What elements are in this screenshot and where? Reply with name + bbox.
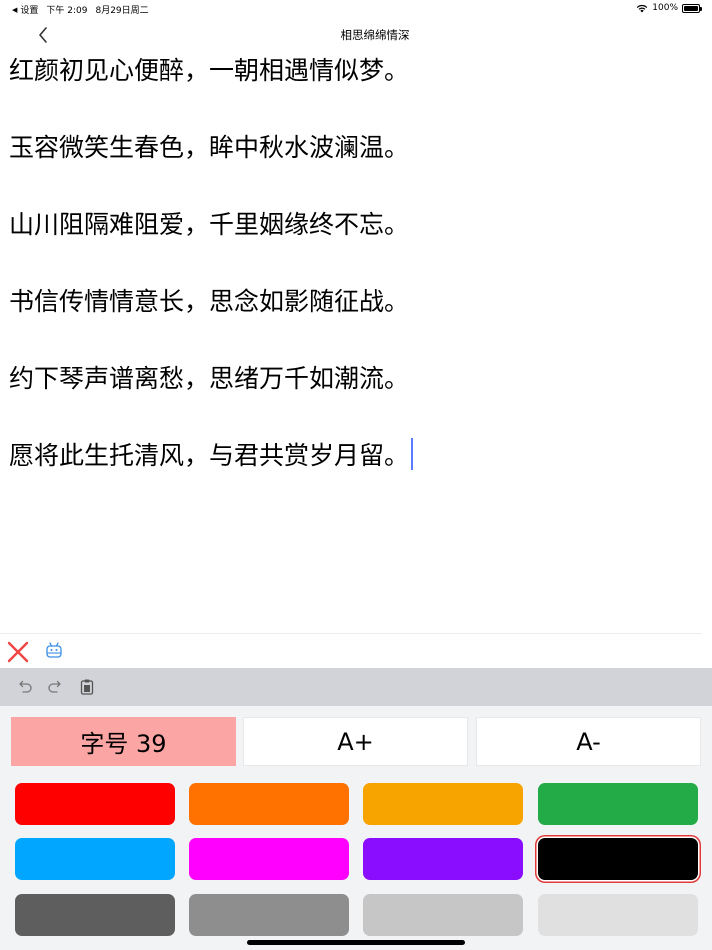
back-app-caret-icon[interactable]: ◀ <box>12 6 17 14</box>
poem-line[interactable]: 红颜初见心便醉，一朝相遇情似梦。 <box>9 52 703 90</box>
home-indicator <box>247 940 465 945</box>
color-swatch-purple[interactable] <box>363 838 523 880</box>
color-swatch-dark-gray[interactable] <box>15 894 175 936</box>
battery-percent: 100% <box>652 3 678 13</box>
increase-font-button[interactable]: A+ <box>243 717 468 766</box>
paste-icon <box>80 679 94 695</box>
font-panel: 字号 39 A+ A- <box>0 706 712 950</box>
status-left: ◀ 设置 下午 2:09 8月29日周二 <box>12 3 149 17</box>
undo-icon <box>19 680 32 693</box>
robot-icon <box>46 642 62 658</box>
divider <box>0 633 702 634</box>
page-title: 相思绵绵情深 <box>340 28 410 42</box>
close-icon <box>7 641 29 663</box>
color-swatch-light-gray[interactable] <box>363 894 523 936</box>
robot-button[interactable] <box>44 641 64 661</box>
color-swatch-gray[interactable] <box>189 894 349 936</box>
undo-button[interactable] <box>16 678 34 696</box>
font-size-display: 字号 39 <box>11 717 236 766</box>
status-right: 100% <box>636 3 702 13</box>
poem-line[interactable]: 书信传情情意长，思念如影随征战。 <box>9 283 703 321</box>
color-swatch-magenta[interactable] <box>189 838 349 880</box>
color-swatch-orange[interactable] <box>189 783 349 825</box>
status-date: 8月29日周二 <box>95 6 149 16</box>
back-app-label[interactable]: 设置 <box>20 3 38 16</box>
status-bar: ◀ 设置 下午 2:09 8月29日周二 100% <box>0 0 712 18</box>
wifi-icon <box>637 4 648 12</box>
redo-button[interactable] <box>46 678 64 696</box>
poem-line[interactable]: 玉容微笑生春色，眸中秋水波澜温。 <box>9 129 703 167</box>
color-swatch-green[interactable] <box>538 783 698 825</box>
poem-editor[interactable]: 红颜初见心便醉，一朝相遇情似梦。 玉容微笑生春色，眸中秋水波澜温。 山川阻隔难阻… <box>9 52 703 492</box>
color-swatch-sky-blue[interactable] <box>15 838 175 880</box>
paste-button[interactable] <box>78 678 96 696</box>
poem-line[interactable]: 山川阻隔难阻爱，千里姻缘终不忘。 <box>9 206 703 244</box>
poem-line[interactable]: 约下琴声谱离愁，思绪万千如潮流。 <box>9 360 703 398</box>
battery-icon <box>682 3 702 13</box>
close-button[interactable] <box>6 640 30 664</box>
color-swatch-amber[interactable] <box>363 783 523 825</box>
poem-line[interactable]: 愿将此生托清风，与君共赏岁月留。 <box>9 437 703 475</box>
keyboard-assistant-bar <box>0 668 712 706</box>
redo-icon <box>48 680 61 693</box>
nav-bar: 相思绵绵情深 <box>0 20 712 50</box>
color-swatch-red[interactable] <box>15 783 175 825</box>
decrease-font-button[interactable]: A- <box>476 717 701 766</box>
color-swatch-black[interactable] <box>538 838 698 880</box>
status-time: 下午 2:09 <box>46 6 88 16</box>
color-swatch-lighter-gray[interactable] <box>538 894 698 936</box>
